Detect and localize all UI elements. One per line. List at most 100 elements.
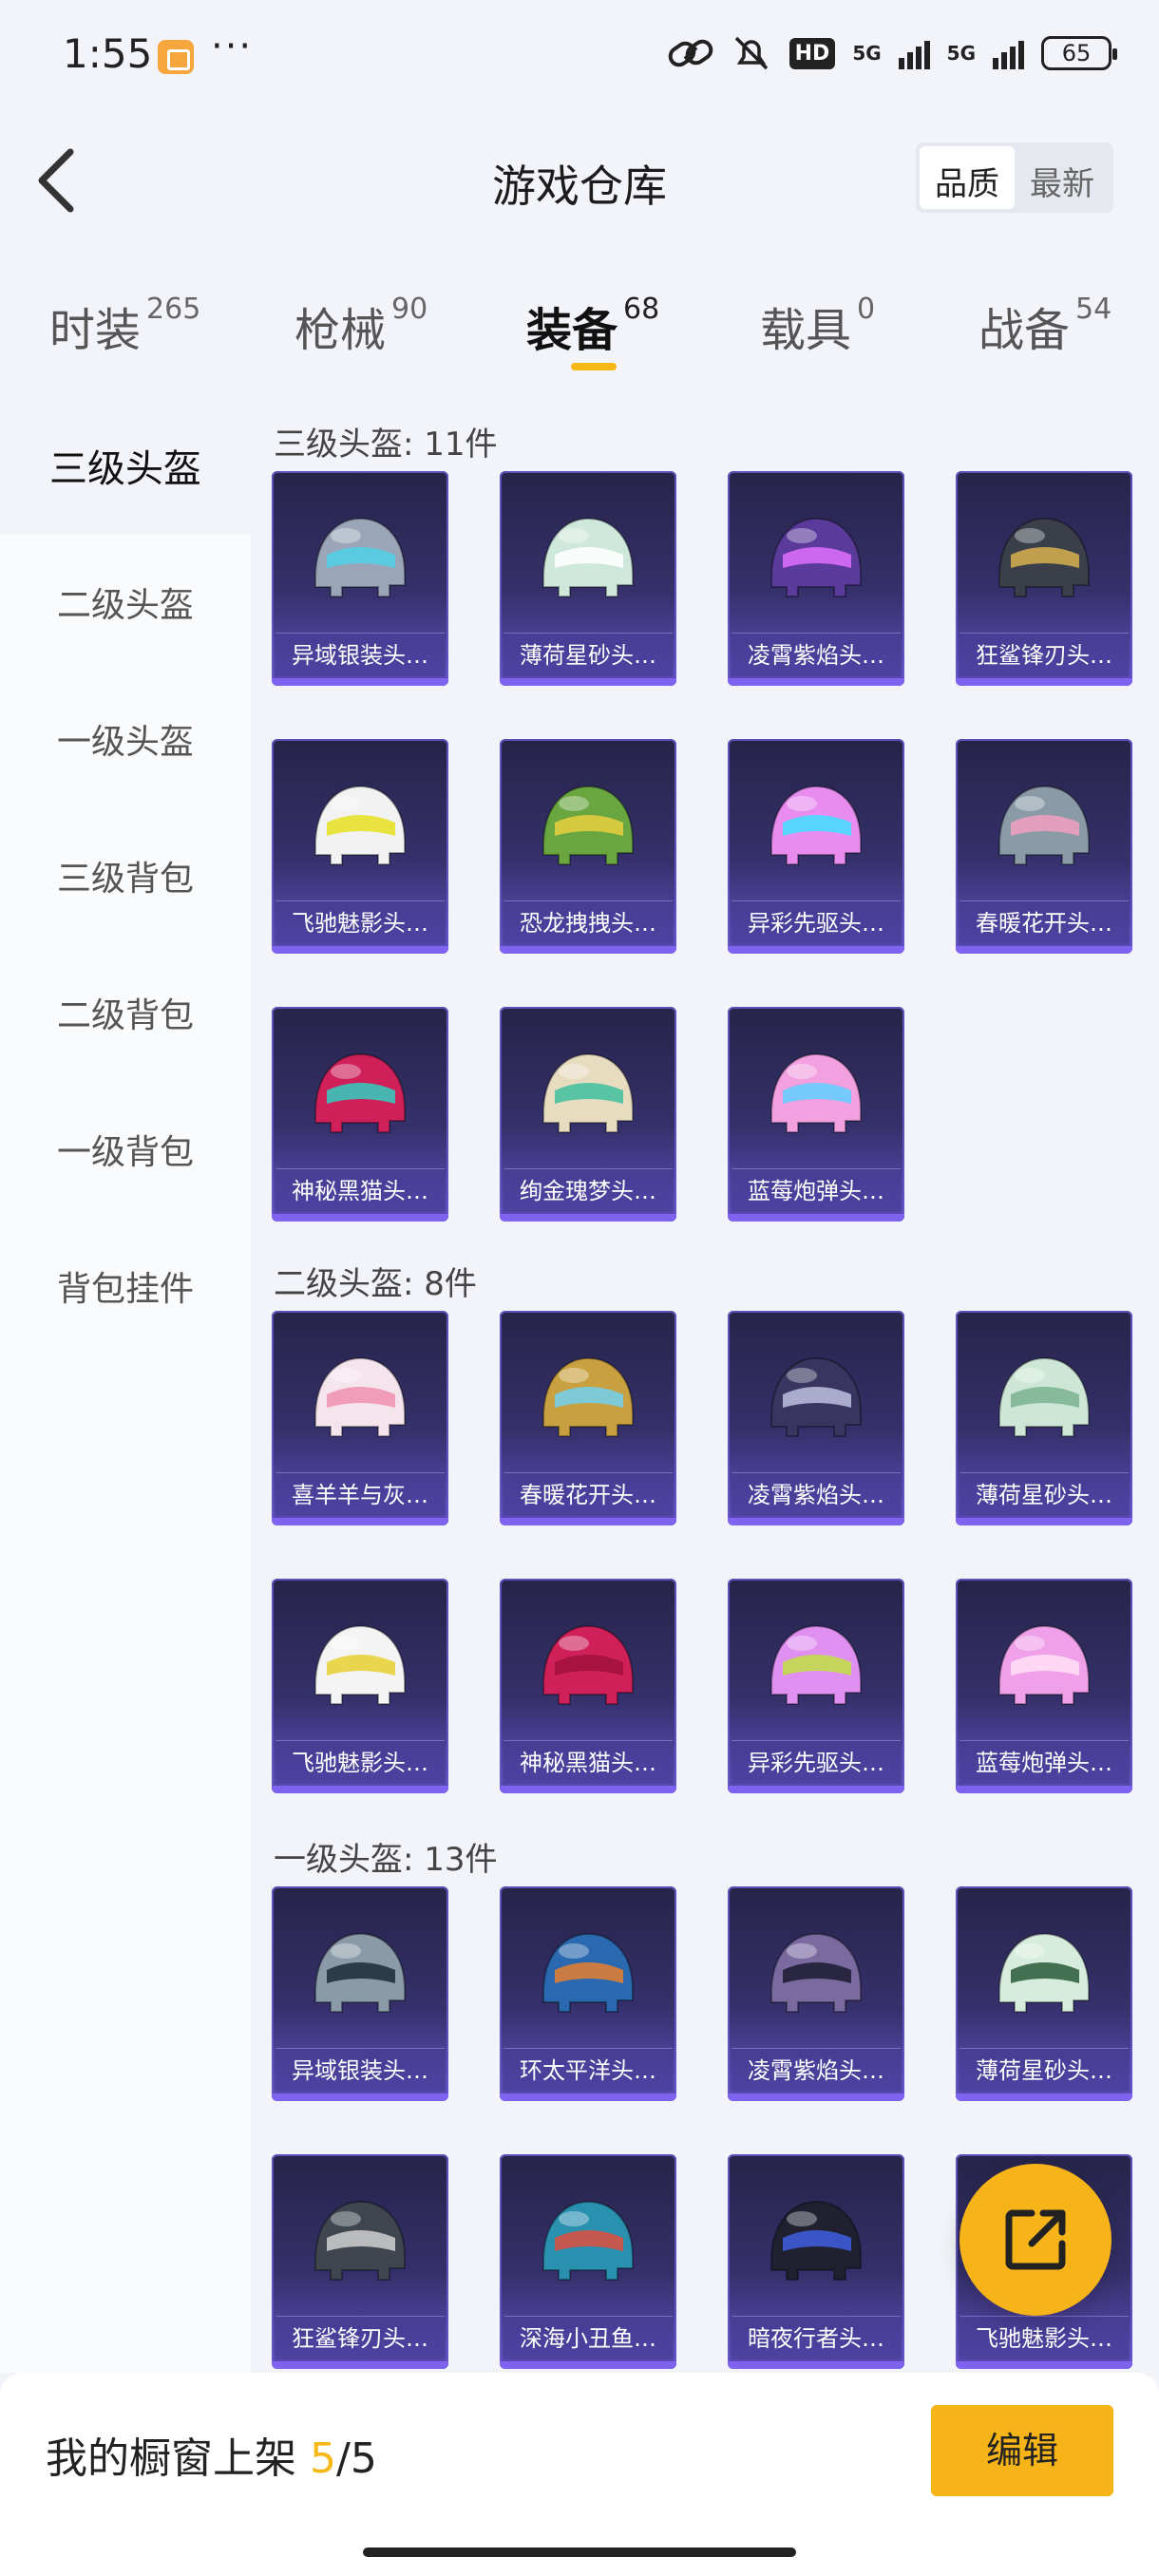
helmet-icon xyxy=(542,517,634,597)
showcase-label: 我的橱窗上架 5/5 xyxy=(46,2434,377,2483)
helmet-card[interactable]: 暗夜行者头… xyxy=(728,2154,904,2369)
home-indicator[interactable] xyxy=(363,2548,796,2557)
helmet-card[interactable]: 恐龙拽拽头… xyxy=(500,739,676,954)
helmet-card[interactable]: 环太平洋头… xyxy=(500,1886,676,2101)
helmet-card[interactable]: 异域银装头… xyxy=(272,1886,448,2101)
sort-quality-button[interactable]: 品质 xyxy=(920,146,1015,209)
helmet-card[interactable]: 春暖花开头… xyxy=(956,739,1132,954)
helmet-card[interactable]: 春暖花开头… xyxy=(500,1311,676,1525)
showcase-total: /5 xyxy=(336,2434,377,2483)
helmet-card[interactable]: 异彩先驱头… xyxy=(728,739,904,954)
helmet-name: 异域银装头… xyxy=(276,633,445,676)
helmet-name: 环太平洋头… xyxy=(504,2048,673,2092)
sidebar-item[interactable]: 三级头盔 xyxy=(0,397,251,534)
card-rarity-edge xyxy=(956,1518,1132,1525)
helmet-name: 异彩先驱头… xyxy=(732,900,901,944)
helmet-card[interactable]: 喜羊羊与灰… xyxy=(272,1311,448,1525)
helmet-card[interactable]: 狂鲨锋刃头… xyxy=(956,471,1132,686)
helmet-card[interactable]: 狂鲨锋刃头… xyxy=(272,2154,448,2369)
helmet-card[interactable]: 蓝莓炮弹头… xyxy=(956,1579,1132,1793)
sort-toggle: 品质 最新 xyxy=(916,142,1113,213)
signal-5g-label-2: 5G xyxy=(946,42,976,65)
battery-icon: 65 xyxy=(1041,36,1117,70)
card-rarity-edge xyxy=(728,678,904,686)
sort-newest-button[interactable]: 最新 xyxy=(1015,146,1110,209)
sidebar-item[interactable]: 背包挂件 xyxy=(0,1218,251,1354)
helmet-name: 春暖花开头… xyxy=(504,1472,673,1516)
tab-weapons[interactable]: 枪械 90 xyxy=(294,293,428,359)
helmet-card[interactable]: 凌霄紫焰头… xyxy=(728,471,904,686)
sidebar-item[interactable]: 一级背包 xyxy=(0,1081,251,1218)
more-notifications-icon: ··· xyxy=(211,25,254,68)
helmet-card[interactable]: 深海小丑鱼… xyxy=(500,2154,676,2369)
helmet-icon xyxy=(998,785,1090,865)
card-rarity-edge xyxy=(956,2361,1132,2369)
helmet-icon xyxy=(770,1052,862,1133)
sidebar-item[interactable]: 二级头盔 xyxy=(0,534,251,671)
tab-equipment[interactable]: 装备 68 xyxy=(526,293,659,359)
helmet-name: 凌霄紫焰头… xyxy=(732,1472,901,1516)
helmet-icon xyxy=(542,1052,634,1133)
card-rarity-edge xyxy=(956,678,1132,686)
helmet-card[interactable]: 飞驰魅影头… xyxy=(272,1579,448,1793)
card-rarity-edge xyxy=(956,946,1132,954)
helmet-icon xyxy=(314,1932,406,2013)
card-rarity-edge xyxy=(500,2361,676,2369)
helmet-icon xyxy=(314,517,406,597)
helmet-icon xyxy=(770,1624,862,1705)
helmet-card[interactable]: 薄荷星砂头… xyxy=(956,1886,1132,2101)
card-rarity-edge xyxy=(728,2093,904,2101)
helmet-card[interactable]: 异域银装头… xyxy=(272,471,448,686)
helmet-name: 凌霄紫焰头… xyxy=(732,2048,901,2092)
helmet-name: 蓝莓炮弹头… xyxy=(732,1168,901,1212)
sidebar-item[interactable]: 三级背包 xyxy=(0,807,251,944)
share-fab-button[interactable] xyxy=(960,2164,1112,2316)
card-rarity-edge xyxy=(272,1518,448,1525)
card-rarity-edge xyxy=(500,1214,676,1222)
helmet-card[interactable]: 绚金瑰梦头… xyxy=(500,1007,676,1222)
card-rarity-edge xyxy=(728,2361,904,2369)
helmet-name: 异域银装头… xyxy=(276,2048,445,2092)
card-rarity-edge xyxy=(272,2361,448,2369)
helmet-icon xyxy=(542,2200,634,2281)
helmet-icon xyxy=(542,1932,634,2013)
tab-vehicles[interactable]: 载具 0 xyxy=(760,293,875,359)
helmet-icon xyxy=(542,1356,634,1437)
helmet-card[interactable]: 凌霄紫焰头… xyxy=(728,1311,904,1525)
helmet-name: 狂鲨锋刃头… xyxy=(960,633,1129,676)
helmet-icon xyxy=(998,1932,1090,2013)
active-tab-indicator xyxy=(571,363,617,370)
helmet-name: 恐龙拽拽头… xyxy=(504,900,673,944)
status-bar: 1:55 ··· HD 5G 5G 65 xyxy=(0,0,1159,114)
edit-button[interactable]: 编辑 xyxy=(931,2405,1113,2496)
helmet-name: 飞驰魅影头… xyxy=(276,1740,445,1784)
helmet-icon xyxy=(314,1624,406,1705)
helmet-icon xyxy=(998,1624,1090,1705)
signal-bars-icon-2 xyxy=(993,37,1024,69)
tab-fashion[interactable]: 时装 265 xyxy=(49,293,200,359)
showcase-current-count: 5 xyxy=(310,2434,336,2483)
helmet-card[interactable]: 薄荷星砂头… xyxy=(956,1311,1132,1525)
sidebar-item[interactable]: 二级背包 xyxy=(0,944,251,1081)
helmet-name: 蓝莓炮弹头… xyxy=(960,1740,1129,1784)
helmet-card[interactable]: 蓝莓炮弹头… xyxy=(728,1007,904,1222)
helmet-name: 暗夜行者头… xyxy=(732,2316,901,2359)
tab-supplies[interactable]: 战备 54 xyxy=(978,293,1112,359)
helmet-card[interactable]: 凌霄紫焰头… xyxy=(728,1886,904,2101)
helmet-card[interactable]: 神秘黑猫头… xyxy=(272,1007,448,1222)
tab-count: 0 xyxy=(857,293,876,326)
sidebar-item[interactable]: 一级头盔 xyxy=(0,671,251,807)
helmet-card[interactable]: 神秘黑猫头… xyxy=(500,1579,676,1793)
card-rarity-edge xyxy=(956,2093,1132,2101)
calendar-app-icon xyxy=(158,40,194,74)
helmet-card[interactable]: 异彩先驱头… xyxy=(728,1579,904,1793)
helmet-card[interactable]: 薄荷星砂头… xyxy=(500,471,676,686)
card-rarity-edge xyxy=(500,1786,676,1793)
card-rarity-edge xyxy=(728,1786,904,1793)
helmet-icon xyxy=(998,517,1090,597)
helmet-card[interactable]: 飞驰魅影头… xyxy=(272,739,448,954)
card-rarity-edge xyxy=(728,1518,904,1525)
helmet-name: 神秘黑猫头… xyxy=(276,1168,445,1212)
helmet-icon xyxy=(770,517,862,597)
signal-bars-icon-1 xyxy=(898,37,930,69)
